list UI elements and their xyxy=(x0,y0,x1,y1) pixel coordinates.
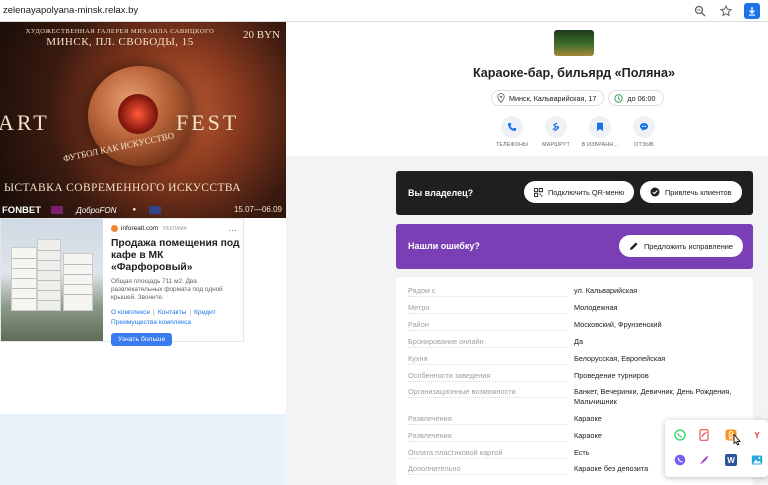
detail-key: Район xyxy=(408,320,568,331)
action-favorites[interactable]: В ИЗБРАНН... xyxy=(581,116,619,148)
bookmark-icon xyxy=(589,116,611,138)
download-icon[interactable] xyxy=(744,3,760,19)
sponsor-fonbet: FONBET xyxy=(2,204,42,216)
share-panel: Y W xyxy=(665,420,768,477)
sponsor-logo-icon xyxy=(51,206,64,214)
detail-value[interactable]: Молодежная xyxy=(574,303,744,313)
detail-key: Развлечения xyxy=(408,414,568,425)
detail-key: Оплата пластиковой картой xyxy=(408,448,568,459)
word-icon[interactable]: W xyxy=(725,454,737,466)
chat-icon xyxy=(633,116,655,138)
ad-text: Общая площадь 711 м2. Два развлекательны… xyxy=(111,278,223,301)
action-label: ТЕЛЕФОНЫ xyxy=(495,142,529,148)
sponsor-logo-icon xyxy=(149,206,162,214)
detail-key: Метро xyxy=(408,303,568,314)
left-ad-column: ХУДОЖЕСТВЕННАЯ ГАЛЕРЕЯ МИХАИЛА САВИЦКОГО… xyxy=(0,22,286,485)
detail-key: Особенности заведения xyxy=(408,371,568,382)
detail-key: Кухня xyxy=(408,354,568,365)
bookmark-star-icon[interactable] xyxy=(718,3,734,19)
whatsapp-icon[interactable] xyxy=(674,429,686,441)
ad-title[interactable]: Продажа помещения под кафе в МК «Фарфоро… xyxy=(111,238,241,274)
detail-key: Организационные возможности xyxy=(408,387,568,398)
viber-icon[interactable] xyxy=(674,454,686,466)
pdf-icon[interactable] xyxy=(698,429,710,441)
action-review[interactable]: ОТЗЫВ xyxy=(628,116,660,148)
action-label: ОТЗЫВ xyxy=(634,142,654,148)
ad-link-advantages[interactable]: Преимущества комплекса xyxy=(111,319,191,326)
advertiser-logo-icon xyxy=(111,225,118,232)
action-route[interactable]: МАРШРУТ xyxy=(540,116,572,148)
place-photo[interactable] xyxy=(554,30,594,56)
route-icon xyxy=(545,116,567,138)
attract-clients-button[interactable]: Привлечь клиентов xyxy=(640,181,742,203)
owner-label: Вы владелец? xyxy=(408,188,474,198)
art-fest-banner[interactable]: ХУДОЖЕСТВЕННАЯ ГАЛЕРЕЯ МИХАИЛА САВИЦКОГО… xyxy=(0,22,286,218)
feather-icon[interactable] xyxy=(698,454,710,466)
zoom-icon[interactable] xyxy=(692,3,708,19)
ad-menu-icon[interactable]: ··· xyxy=(228,225,237,235)
banner-subtitle: ЫСТАВКА СОВРЕМЕННОГО ИСКУССТВА xyxy=(4,182,241,194)
phone-icon xyxy=(501,116,523,138)
detail-key: Развлечения xyxy=(408,431,568,442)
pencil-icon xyxy=(630,242,638,250)
mouse-pointer-icon xyxy=(733,434,741,446)
banner-word-art: ART xyxy=(0,110,50,135)
detail-value[interactable]: Проведение турниров xyxy=(574,371,744,381)
qr-menu-button[interactable]: Подключить QR-меню xyxy=(524,181,635,203)
place-header: Караоке-бар, бильярд «Поляна» Минск, Кал… xyxy=(286,22,768,156)
browser-toolbar: zelenayapolyana-minsk.relax.by xyxy=(0,0,768,22)
sponsor-dobrofon: ДоброFON xyxy=(76,205,117,215)
clock-icon xyxy=(614,93,624,103)
detail-key: Бронирование онлайн xyxy=(408,337,568,348)
address-pill[interactable]: Минск, Кальварийская, 17 xyxy=(491,90,605,106)
location-pin-icon xyxy=(497,93,505,103)
banner-price: 20 BYN xyxy=(243,29,280,41)
detail-value[interactable]: Банкет, Вечеринки, Девичник, День Рожден… xyxy=(574,387,744,407)
detail-key: Рядом с xyxy=(408,286,568,297)
report-error-block: Нашли ошибку? Предложить исправление xyxy=(396,224,753,269)
banner-dates: 15.07—06.09 xyxy=(233,205,282,214)
ad-link-credit[interactable]: Кредит xyxy=(194,309,216,316)
action-label: МАРШРУТ xyxy=(542,142,570,148)
ad-placeholder xyxy=(0,414,286,485)
qr-code-icon xyxy=(534,187,543,197)
detail-value[interactable]: Московский, Фрунзенский xyxy=(574,320,744,330)
check-circle-icon xyxy=(650,187,660,197)
realty-ad-card[interactable]: inforealt.com РЕКЛАМА ··· Продажа помеще… xyxy=(0,218,244,346)
ad-link-about[interactable]: О комплексе xyxy=(111,309,150,316)
hours-text: до 06:00 xyxy=(627,93,656,103)
ad-source[interactable]: inforealt.com xyxy=(121,225,158,232)
detail-value[interactable]: Белорусская, Европейская xyxy=(574,354,744,364)
suggest-fix-button[interactable]: Предложить исправление xyxy=(619,235,744,257)
banner-word-fest: FEST xyxy=(176,110,240,135)
banner-address: МИНСК, ПЛ. СВОБОДЫ, 15 xyxy=(46,36,194,48)
ad-building-image xyxy=(1,219,103,341)
ad-learn-more-button[interactable]: Узнать больше xyxy=(111,333,173,346)
attract-clients-label: Привлечь клиентов xyxy=(665,187,732,197)
sponsor-logo-icon: ● xyxy=(132,207,137,213)
action-phones[interactable]: ТЕЛЕФОНЫ xyxy=(496,116,528,148)
owner-block: Вы владелец? Подключить QR-меню Привлечь… xyxy=(396,171,753,215)
yandex-icon[interactable]: Y xyxy=(751,429,763,441)
page-title: Караоке-бар, бильярд «Поляна» xyxy=(472,66,676,80)
ad-link-contacts[interactable]: Контакты xyxy=(158,309,186,316)
ad-links: О комплексе | Контакты | Кредит Преимущества… xyxy=(111,309,216,326)
suggest-fix-label: Предложить исправление xyxy=(644,241,734,251)
report-error-label: Нашли ошибку? xyxy=(408,241,480,251)
ad-label: РЕКЛАМА xyxy=(163,225,187,232)
detail-value[interactable]: ул. Кальварийская xyxy=(574,286,744,296)
hours-pill[interactable]: до 06:00 xyxy=(608,90,664,106)
action-label: В ИЗБРАНН... xyxy=(581,142,619,148)
address-text: Минск, Кальварийская, 17 xyxy=(509,93,597,103)
banner-gallery-name: ХУДОЖЕСТВЕННАЯ ГАЛЕРЕЯ МИХАИЛА САВИЦКОГО xyxy=(25,28,215,35)
photos-icon[interactable] xyxy=(751,454,763,466)
detail-value: Да xyxy=(574,337,583,346)
qr-menu-label: Подключить QR-меню xyxy=(548,187,625,197)
detail-key: Дополнительно xyxy=(408,464,568,475)
address-bar[interactable]: zelenayapolyana-minsk.relax.by xyxy=(3,5,138,16)
